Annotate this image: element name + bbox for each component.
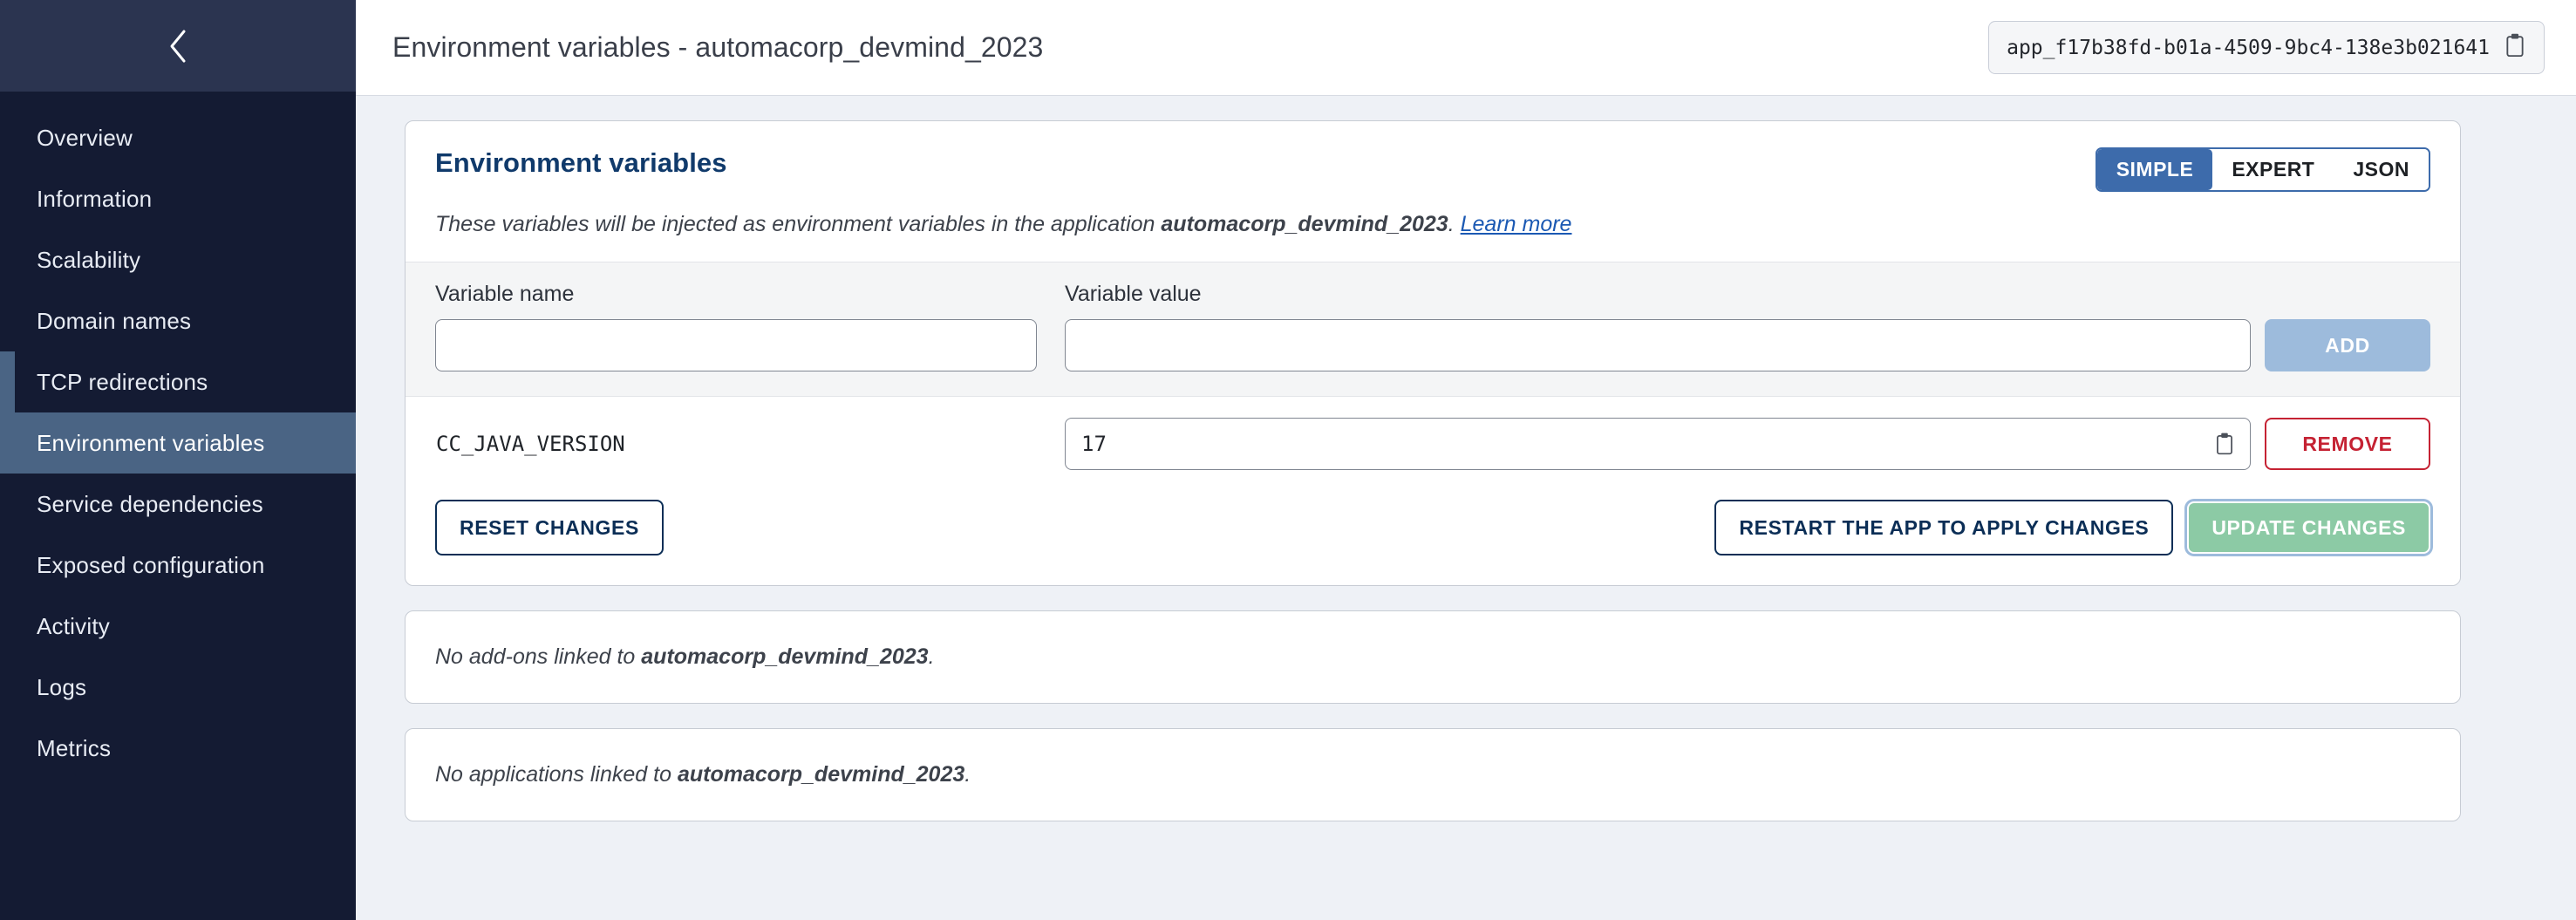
sidebar-item-information[interactable]: Information	[0, 168, 356, 229]
description-prefix: These variables will be injected as envi…	[435, 212, 1162, 236]
update-changes-button[interactable]: UPDATE CHANGES	[2187, 501, 2430, 554]
page-title: Environment variables - automacorp_devmi…	[392, 31, 1044, 63]
apps-text-suffix: .	[964, 762, 971, 787]
mode-button-simple[interactable]: SIMPLE	[2096, 149, 2213, 190]
remove-variable-button[interactable]: REMOVE	[2265, 418, 2430, 470]
card-description: These variables will be injected as envi…	[405, 192, 2460, 262]
addons-text-suffix: .	[928, 644, 935, 669]
content-scroll-area: Environment variables SIMPLE EXPERT JSON…	[356, 96, 2576, 920]
main-area: Environment variables - automacorp_devmi…	[356, 0, 2576, 920]
mode-button-expert[interactable]: EXPERT	[2212, 149, 2334, 190]
variable-value-field-group: Variable value	[1065, 282, 2251, 371]
sidebar-item-tcp-redirections[interactable]: TCP redirections	[0, 351, 356, 412]
clipboard-icon[interactable]	[2504, 32, 2526, 63]
card-header: Environment variables SIMPLE EXPERT JSON	[405, 121, 2460, 192]
sidebar-item-domain-names[interactable]: Domain names	[0, 290, 356, 351]
sidebar-item-label: Service dependencies	[37, 490, 263, 517]
sidebar-item-environment-variables[interactable]: Environment variables	[0, 412, 356, 474]
sidebar-item-logs[interactable]: Logs	[0, 657, 356, 718]
addons-app-name: automacorp_devmind_2023	[641, 644, 929, 669]
sidebar-item-label: TCP redirections	[37, 368, 208, 395]
sidebar-item-label: Overview	[37, 124, 133, 151]
app-id-copy-box[interactable]: app_f17b38fd-b01a-4509-9bc4-138e3b021641	[1988, 21, 2545, 74]
variable-name-field-group: Variable name	[435, 282, 1037, 371]
sidebar-item-activity[interactable]: Activity	[0, 596, 356, 657]
add-variable-form: Variable name Variable value ADD	[405, 262, 2460, 397]
apps-app-name: automacorp_devmind_2023	[677, 762, 965, 787]
sidebar-header	[0, 0, 356, 92]
sidebar-item-label: Exposed configuration	[37, 551, 265, 578]
mode-toggle-group: SIMPLE EXPERT JSON	[2095, 147, 2430, 192]
sidebar-item-scalability[interactable]: Scalability	[0, 229, 356, 290]
sidebar-item-label: Scalability	[37, 246, 141, 273]
variable-value-wrapper	[1065, 418, 2251, 470]
linked-addons-card: No add-ons linked to automacorp_devmind_…	[405, 610, 2461, 704]
sidebar-item-exposed-configuration[interactable]: Exposed configuration	[0, 535, 356, 596]
clipboard-icon[interactable]	[2214, 432, 2235, 456]
addons-text-prefix: No add-ons linked to	[435, 644, 642, 669]
chevron-left-icon	[167, 28, 189, 65]
description-suffix: .	[1448, 212, 1461, 236]
sidebar-item-overview[interactable]: Overview	[0, 107, 356, 168]
app-id-value: app_f17b38fd-b01a-4509-9bc4-138e3b021641	[2007, 36, 2490, 59]
sidebar-item-label: Activity	[37, 612, 110, 639]
card-actions: RESET CHANGES RESTART THE APP TO APPLY C…	[405, 491, 2460, 585]
sidebar-item-label: Environment variables	[37, 429, 265, 456]
topbar: Environment variables - automacorp_devmi…	[356, 0, 2576, 96]
sidebar-collapse-button[interactable]	[152, 20, 204, 72]
learn-more-link[interactable]: Learn more	[1461, 212, 1572, 236]
sidebar-item-label: Domain names	[37, 307, 192, 334]
variable-value-input[interactable]	[1065, 319, 2251, 371]
mode-button-json[interactable]: JSON	[2334, 149, 2429, 190]
sidebar-item-label: Information	[37, 185, 153, 212]
sidebar-item-service-dependencies[interactable]: Service dependencies	[0, 474, 356, 535]
table-row: CC_JAVA_VERSION REMOVE	[405, 397, 2460, 491]
reset-changes-button[interactable]: RESET CHANGES	[435, 500, 664, 555]
primary-actions-group: RESTART THE APP TO APPLY CHANGES UPDATE …	[1714, 500, 2434, 555]
environment-variables-card: Environment variables SIMPLE EXPERT JSON…	[405, 120, 2461, 586]
sidebar: Overview Information Scalability Domain …	[0, 0, 356, 920]
variable-name-label: Variable name	[435, 282, 575, 306]
restart-app-button[interactable]: RESTART THE APP TO APPLY CHANGES	[1714, 500, 2174, 555]
sidebar-item-label: Metrics	[37, 734, 112, 761]
linked-applications-card: No applications linked to automacorp_dev…	[405, 728, 2461, 821]
sidebar-item-label: Logs	[37, 673, 87, 700]
sidebar-nav: Overview Information Scalability Domain …	[0, 92, 356, 920]
add-variable-button[interactable]: ADD	[2265, 319, 2430, 371]
sidebar-item-metrics[interactable]: Metrics	[0, 718, 356, 779]
card-title: Environment variables	[435, 147, 727, 178]
variable-name-value: CC_JAVA_VERSION	[436, 432, 625, 456]
variable-value-label: Variable value	[1065, 282, 1202, 306]
variable-value-editable-input[interactable]	[1065, 418, 2251, 470]
variable-name-input[interactable]	[435, 319, 1037, 371]
description-app-name: automacorp_devmind_2023	[1161, 212, 1448, 236]
apps-text-prefix: No applications linked to	[435, 762, 678, 787]
